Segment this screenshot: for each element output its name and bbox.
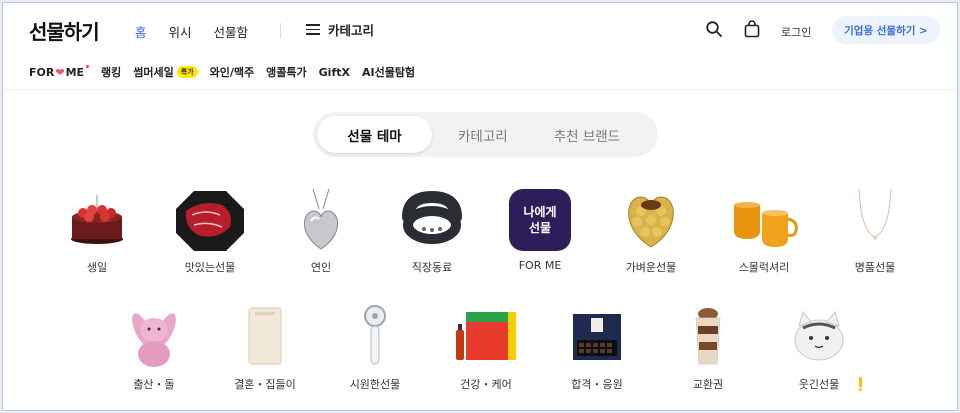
theme-label: FOR ME: [518, 259, 562, 272]
hamburger-icon: [306, 24, 320, 35]
theme-label: 명품선물: [854, 261, 896, 274]
theme-lover[interactable]: 연인: [271, 187, 371, 275]
theme-label: 스몰럭셔리: [738, 261, 790, 274]
theme-voucher[interactable]: 교환권: [658, 304, 758, 392]
special-badge: 특가: [176, 66, 198, 78]
shopping-bag-icon[interactable]: [743, 20, 761, 38]
subnav-wine[interactable]: 와인/맥주: [210, 64, 255, 80]
theme-wedding[interactable]: 결혼・집들이: [215, 304, 315, 392]
theme-small-luxury[interactable]: 스몰럭셔리: [714, 187, 814, 275]
theme-tasty[interactable]: 맛있는선물: [160, 187, 260, 275]
energy-drink-icon: [456, 312, 516, 360]
bunny-doll-icon: [132, 313, 176, 367]
top-bar: 선물하기 홈 위시 선물함 카테고리 로그인 기업용 선물하기 >: [3, 3, 957, 59]
snack-box-icon: [573, 314, 621, 360]
theme-coworker[interactable]: 직장동료: [382, 187, 482, 275]
beef-icon: [176, 191, 244, 251]
category-label: 카테고리: [328, 23, 375, 38]
for-me-left: FOR: [29, 65, 55, 79]
subnav-ai[interactable]: AI선물탐험: [362, 64, 415, 80]
theme-label: 교환권: [692, 378, 724, 391]
theme-birthday[interactable]: 생일: [47, 187, 147, 275]
theme-label: 출산・돌: [133, 378, 175, 391]
for-me-right: ME: [65, 65, 85, 79]
neck-fan-icon: [402, 190, 462, 244]
theme-label: 생일: [86, 261, 108, 274]
theme-label: 직장동료: [411, 261, 453, 274]
subnav-encore[interactable]: 앵콜특가: [266, 64, 306, 80]
logo[interactable]: 선물하기: [29, 16, 100, 45]
page-frame: 선물하기 홈 위시 선물함 카테고리 로그인 기업용 선물하기 > FOR ❤ …: [2, 2, 958, 411]
theme-cheer[interactable]: 합격・응원: [547, 304, 647, 392]
subnav-giftx[interactable]: GiftX: [319, 66, 350, 79]
theme-luxury[interactable]: 명품선물: [825, 187, 925, 275]
theme-label: 합격・응원: [571, 378, 623, 391]
theme-label: 맛있는선물: [184, 261, 236, 274]
header-divider: [3, 89, 957, 90]
for-me-tile-icon: 나에게 선물: [502, 187, 578, 253]
new-dot-icon: [86, 64, 90, 68]
theme-for-me[interactable]: 나에게 선물 FOR ME: [490, 187, 590, 272]
tab-category[interactable]: 카테고리: [458, 125, 508, 145]
chocolate-box-icon: [628, 196, 674, 248]
theme-label: 연인: [310, 261, 332, 274]
birthday-cake-icon: [71, 195, 123, 244]
subnav-for-me[interactable]: FOR ❤ ME: [29, 64, 90, 79]
mugs-icon: [734, 202, 798, 247]
tab-brand[interactable]: 추천 브랜드: [554, 125, 620, 145]
subnav-ranking[interactable]: 랭킹: [101, 64, 121, 80]
search-icon[interactable]: [705, 20, 723, 38]
purifier-icon: [248, 307, 282, 365]
theme-label: 건강・케어: [460, 378, 512, 391]
theme-label: 시원한선물: [349, 378, 401, 391]
heart-necklace-icon: [303, 188, 339, 250]
nav-home[interactable]: 홈: [135, 22, 147, 41]
theme-baby[interactable]: 출산・돌: [104, 304, 204, 392]
nav-wish[interactable]: 위시: [169, 22, 192, 41]
nav-divider: [280, 23, 281, 38]
theme-funny[interactable]: 웃긴선물: [769, 304, 869, 392]
login-link[interactable]: 로그인: [781, 24, 811, 40]
main-nav: 홈 위시 선물함: [135, 22, 248, 41]
theme-tabs: 선물 테마 카테고리 추천 브랜드: [313, 112, 658, 157]
theme-light-gift[interactable]: 가벼운선물: [601, 187, 701, 275]
tab-gift-theme[interactable]: 선물 테마: [317, 116, 432, 153]
heart-icon: ❤: [55, 65, 65, 79]
category-menu-button[interactable]: 카테고리: [306, 20, 374, 39]
theme-label: 웃긴선물: [798, 378, 840, 391]
nav-giftbox[interactable]: 선물함: [214, 22, 249, 41]
theme-health[interactable]: 건강・케어: [436, 304, 536, 392]
theme-label: 가벼운선물: [625, 261, 677, 274]
cat-plush-icon: [794, 310, 844, 361]
parfait-icon: [695, 308, 721, 365]
tile-text-2: 선물: [528, 221, 552, 235]
summer-sale-label: 썸머세일: [133, 66, 174, 79]
sub-nav: FOR ❤ ME 랭킹 썸머세일 특가 와인/맥주 앵콜특가 GiftX AI선…: [29, 64, 415, 80]
handy-fan-icon: [364, 305, 386, 365]
subnav-summer-sale[interactable]: 썸머세일 특가: [133, 64, 198, 80]
notice-indicator: [859, 377, 862, 391]
theme-cool[interactable]: 시원한선물: [325, 304, 425, 392]
theme-label: 결혼・집들이: [234, 378, 296, 391]
tile-text-1: 나에게: [523, 205, 557, 219]
business-gift-button[interactable]: 기업용 선물하기 >: [832, 16, 940, 44]
necklace-icon: [858, 188, 892, 240]
